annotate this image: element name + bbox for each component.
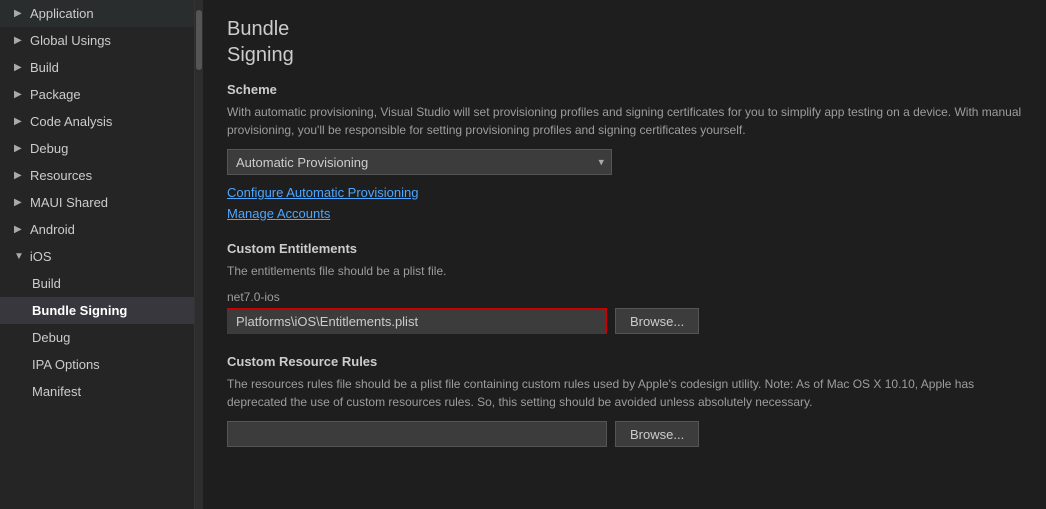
sidebar-label-package: Package — [30, 87, 81, 102]
chevron-icon: ▶ — [14, 89, 24, 100]
sidebar-item-ios-bundle-signing[interactable]: Bundle Signing — [0, 297, 194, 324]
scheme-section-title: Scheme — [227, 82, 1022, 97]
custom-entitlements-input[interactable] — [227, 308, 607, 334]
chevron-icon: ▶ — [14, 8, 24, 19]
scheme-dropdown-row: Automatic Provisioning Manual Provisioni… — [227, 149, 1022, 175]
sidebar-label-application: Application — [30, 6, 94, 21]
custom-entitlements-title: Custom Entitlements — [227, 241, 1022, 256]
custom-entitlements-section: Custom Entitlements The entitlements fil… — [227, 241, 1022, 334]
scrollbar-thumb[interactable] — [196, 10, 202, 70]
custom-resource-rules-section: Custom Resource Rules The resources rule… — [227, 354, 1022, 447]
sidebar-item-maui-shared[interactable]: ▶ MAUI Shared — [0, 189, 194, 216]
sidebar-label-global-usings: Global Usings — [30, 33, 111, 48]
sidebar-item-resources[interactable]: ▶ Resources — [0, 162, 194, 189]
custom-resource-rules-browse-button[interactable]: Browse... — [615, 421, 699, 447]
sidebar-label-ios: iOS — [30, 249, 52, 264]
sidebar-item-code-analysis[interactable]: ▶ Code Analysis — [0, 108, 194, 135]
custom-entitlements-label: net7.0-ios — [227, 290, 1022, 304]
sidebar-item-ios-manifest[interactable]: Manifest — [0, 378, 194, 405]
scrollbar-track[interactable] — [195, 0, 203, 509]
chevron-icon: ▶ — [14, 35, 24, 46]
sidebar-label-resources: Resources — [30, 168, 92, 183]
chevron-icon: ▶ — [14, 116, 24, 127]
sidebar-item-ios[interactable]: ▼ iOS — [0, 243, 194, 270]
custom-resource-rules-input-row: Browse... — [227, 421, 1022, 447]
sidebar-label-ios-debug: Debug — [32, 330, 70, 345]
scheme-dropdown[interactable]: Automatic Provisioning Manual Provisioni… — [227, 149, 612, 175]
sidebar-label-ios-ipa-options: IPA Options — [32, 357, 100, 372]
scheme-dropdown-wrapper: Automatic Provisioning Manual Provisioni… — [227, 149, 612, 175]
chevron-icon: ▶ — [14, 224, 24, 235]
chevron-icon: ▶ — [14, 143, 24, 154]
chevron-icon: ▶ — [14, 170, 24, 181]
sidebar-item-build[interactable]: ▶ Build — [0, 54, 194, 81]
sidebar: ▶ Application ▶ Global Usings ▶ Build ▶ … — [0, 0, 195, 509]
sidebar-label-android: Android — [30, 222, 75, 237]
page-title: Bundle Signing — [227, 16, 1022, 68]
custom-resource-rules-input[interactable] — [227, 421, 607, 447]
sidebar-label-debug: Debug — [30, 141, 68, 156]
sidebar-item-package[interactable]: ▶ Package — [0, 81, 194, 108]
scheme-section-desc: With automatic provisioning, Visual Stud… — [227, 103, 1022, 139]
sidebar-item-ios-build[interactable]: Build — [0, 270, 194, 297]
configure-provisioning-link[interactable]: Configure Automatic Provisioning — [227, 185, 1022, 200]
sidebar-label-ios-manifest: Manifest — [32, 384, 81, 399]
sidebar-label-ios-build: Build — [32, 276, 61, 291]
sidebar-item-ios-debug[interactable]: Debug — [0, 324, 194, 351]
sidebar-label-code-analysis: Code Analysis — [30, 114, 112, 129]
sidebar-label-build: Build — [30, 60, 59, 75]
chevron-down-icon: ▼ — [14, 251, 24, 262]
sidebar-item-application[interactable]: ▶ Application — [0, 0, 194, 27]
custom-resource-rules-title: Custom Resource Rules — [227, 354, 1022, 369]
sidebar-item-debug[interactable]: ▶ Debug — [0, 135, 194, 162]
sidebar-item-global-usings[interactable]: ▶ Global Usings — [0, 27, 194, 54]
chevron-icon: ▶ — [14, 197, 24, 208]
sidebar-label-ios-bundle-signing: Bundle Signing — [32, 303, 127, 318]
sidebar-label-maui-shared: MAUI Shared — [30, 195, 108, 210]
page-header: Bundle Signing — [227, 0, 1022, 82]
manage-accounts-link[interactable]: Manage Accounts — [227, 206, 1022, 221]
custom-entitlements-browse-button[interactable]: Browse... — [615, 308, 699, 334]
sidebar-item-ios-ipa-options[interactable]: IPA Options — [0, 351, 194, 378]
sidebar-item-android[interactable]: ▶ Android — [0, 216, 194, 243]
custom-resource-rules-desc: The resources rules file should be a pli… — [227, 375, 1022, 411]
custom-entitlements-input-row: Browse... — [227, 308, 1022, 334]
chevron-icon: ▶ — [14, 62, 24, 73]
main-content: Bundle Signing Scheme With automatic pro… — [203, 0, 1046, 509]
scheme-section: Scheme With automatic provisioning, Visu… — [227, 82, 1022, 221]
custom-entitlements-desc: The entitlements file should be a plist … — [227, 262, 1022, 280]
